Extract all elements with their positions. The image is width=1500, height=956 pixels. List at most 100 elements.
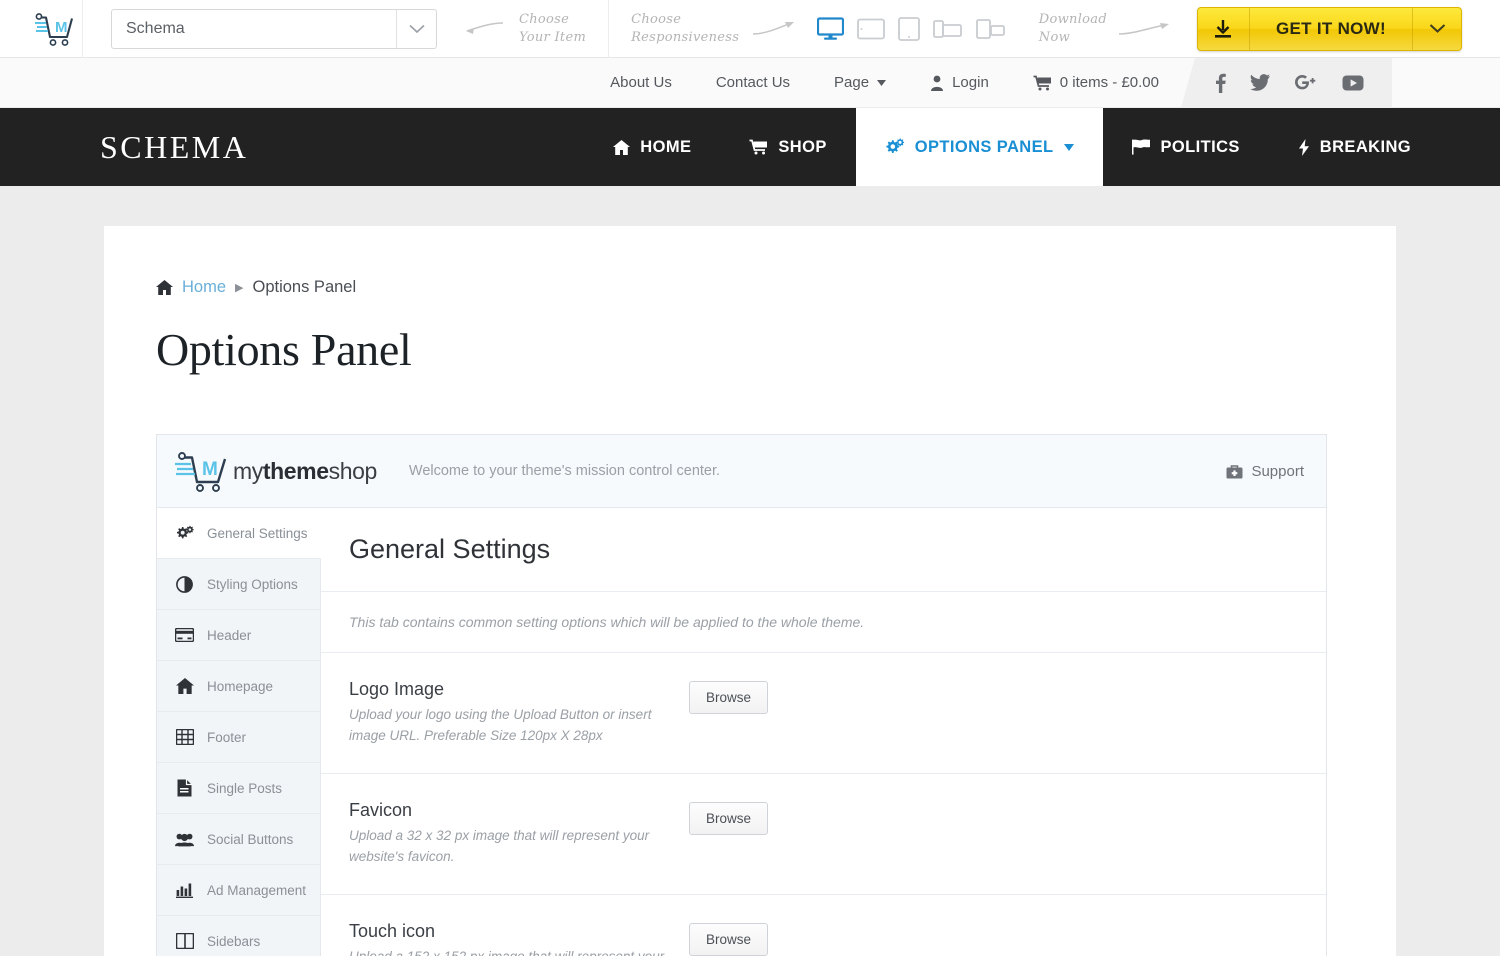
option-text-block: Touch icon Upload a 152 x 152 px image t… [349,921,689,956]
site-brand[interactable]: SCHEMA [0,108,248,186]
device-tablet-portrait-icon[interactable] [898,17,920,41]
secondary-nav-items: About Us Contact Us Page Login [588,74,1181,91]
twitter-icon[interactable] [1250,74,1270,91]
svg-text:M: M [55,19,68,36]
label: POLITICS [1161,138,1240,157]
cart-logo-icon: M [33,12,75,46]
nav-item-politics[interactable]: POLITICS [1103,108,1269,186]
sidebar-item-label: Social Buttons [207,832,293,847]
sidebar-item-styling-options[interactable]: Styling Options [157,559,320,610]
page-wrapper: Home ▶ Options Panel Options Panel M [0,186,1500,956]
device-mobile-portrait-icon[interactable] [976,18,1006,40]
support-link[interactable]: Support [1226,463,1304,480]
secondary-nav-page[interactable]: Page [812,74,908,91]
option-text-block: Favicon Upload a 32 x 32 px image that w… [349,800,689,868]
nav-item-breaking[interactable]: BREAKING [1269,108,1440,186]
page-title: Options Panel [156,323,1344,376]
google-plus-icon[interactable] [1294,74,1318,92]
arrow-right-icon [751,18,797,40]
sidebar-item-sidebars[interactable]: Sidebars [157,916,320,956]
note-line-2: Your Item [519,29,586,47]
nav-item-home[interactable]: HOME [584,108,720,186]
arrow-right-icon [1117,18,1173,40]
panel-sidebar: General Settings Styling Options [157,508,321,956]
mythemeshop-wordmark: mythemeshop [233,458,377,485]
device-mobile-landscape-icon[interactable] [933,18,963,40]
label: Login [952,74,989,91]
sidebar-item-label: Header [207,628,251,643]
note-line-1: Download [1039,11,1107,29]
gears-icon [175,525,194,541]
contrast-icon [175,576,194,593]
secondary-nav-login[interactable]: Login [908,74,1011,91]
flag-icon [1132,139,1151,155]
option-row-logo-image: Logo Image Upload your logo using the Up… [321,653,1326,774]
item-select[interactable]: Schema [111,9,437,49]
option-control: Browse [689,800,768,868]
panel-content-title: General Settings [321,508,1326,592]
option-text-block: Logo Image Upload your logo using the Up… [349,679,689,747]
choose-item-annotation: Choose Your Item [463,11,586,46]
label: About Us [610,74,672,91]
sidebar-item-header[interactable]: Header [157,610,320,661]
secondary-nav-cart[interactable]: 0 items - £0.00 [1011,74,1181,91]
sidebar-item-label: Styling Options [207,577,298,592]
facebook-icon[interactable] [1215,73,1226,93]
get-it-now-button[interactable]: GET IT NOW! [1197,7,1462,51]
download-icon [1198,8,1250,50]
option-label: Favicon [349,800,689,821]
device-desktop-icon[interactable] [817,17,844,41]
gears-icon [885,138,905,156]
note-line-1: Choose [519,11,586,29]
label: Contact Us [716,74,790,91]
mythemeshop-logo-icon: M [173,449,233,493]
secondary-nav-about-us[interactable]: About Us [588,74,694,91]
sidebar-item-ad-management[interactable]: Ad Management [157,865,320,916]
choose-responsiveness-note: Choose Responsiveness [631,11,739,46]
youtube-icon[interactable] [1342,75,1364,91]
breadcrumb-separator: ▶ [235,281,243,294]
sidebar-item-label: Sidebars [207,934,260,949]
responsiveness-group: Choose Responsiveness [631,11,1006,46]
bar-chart-icon [175,882,194,898]
sidebar-item-single-posts[interactable]: Single Posts [157,763,320,814]
option-row-favicon: Favicon Upload a 32 x 32 px image that w… [321,774,1326,895]
browse-button-touch-icon[interactable]: Browse [689,923,768,956]
sidebar-item-label: Ad Management [207,883,306,898]
sidebar-item-general-settings[interactable]: General Settings [157,508,321,559]
label: SHOP [778,138,826,157]
get-it-now-label: GET IT NOW! [1250,8,1413,50]
arrow-left-icon [463,19,505,39]
promo-divider-2 [608,0,609,58]
sidebar-item-homepage[interactable]: Homepage [157,661,320,712]
promo-divider-1 [82,0,83,58]
option-label: Touch icon [349,921,689,942]
nav-item-options-panel[interactable]: OPTIONS PANEL [856,108,1103,186]
device-preview-switcher[interactable] [817,17,1006,41]
sidebar-item-label: Single Posts [207,781,282,796]
sidebar-item-footer[interactable]: Footer [157,712,320,763]
chevron-down-icon[interactable] [396,10,436,48]
user-icon [930,75,944,91]
browse-button-logo-image[interactable]: Browse [689,681,768,714]
secondary-nav: About Us Contact Us Page Login [0,58,1500,108]
label: HOME [640,138,691,157]
device-tablet-landscape-icon[interactable] [857,18,885,40]
sidebar-item-social-buttons[interactable]: Social Buttons [157,814,320,865]
home-icon [613,140,630,155]
secondary-nav-contact-us[interactable]: Contact Us [694,74,812,91]
breadcrumb-current: Options Panel [252,278,356,297]
label: 0 items - £0.00 [1060,74,1159,91]
brand-my: my [233,458,263,484]
cart-icon [749,139,768,155]
chevron-down-icon[interactable] [1413,8,1461,50]
support-label: Support [1251,463,1304,480]
mythemeshop-cart-logo[interactable]: M [26,12,82,46]
option-hint: Upload a 152 x 152 px image that will re… [349,947,689,956]
panel-welcome-text: Welcome to your theme's mission control … [409,463,720,479]
breadcrumb-home-link[interactable]: Home [182,278,226,297]
nav-item-shop[interactable]: SHOP [720,108,855,186]
download-now-note: Download Now [1039,11,1107,46]
sidebar-item-label: Footer [207,730,246,745]
browse-button-favicon[interactable]: Browse [689,802,768,835]
